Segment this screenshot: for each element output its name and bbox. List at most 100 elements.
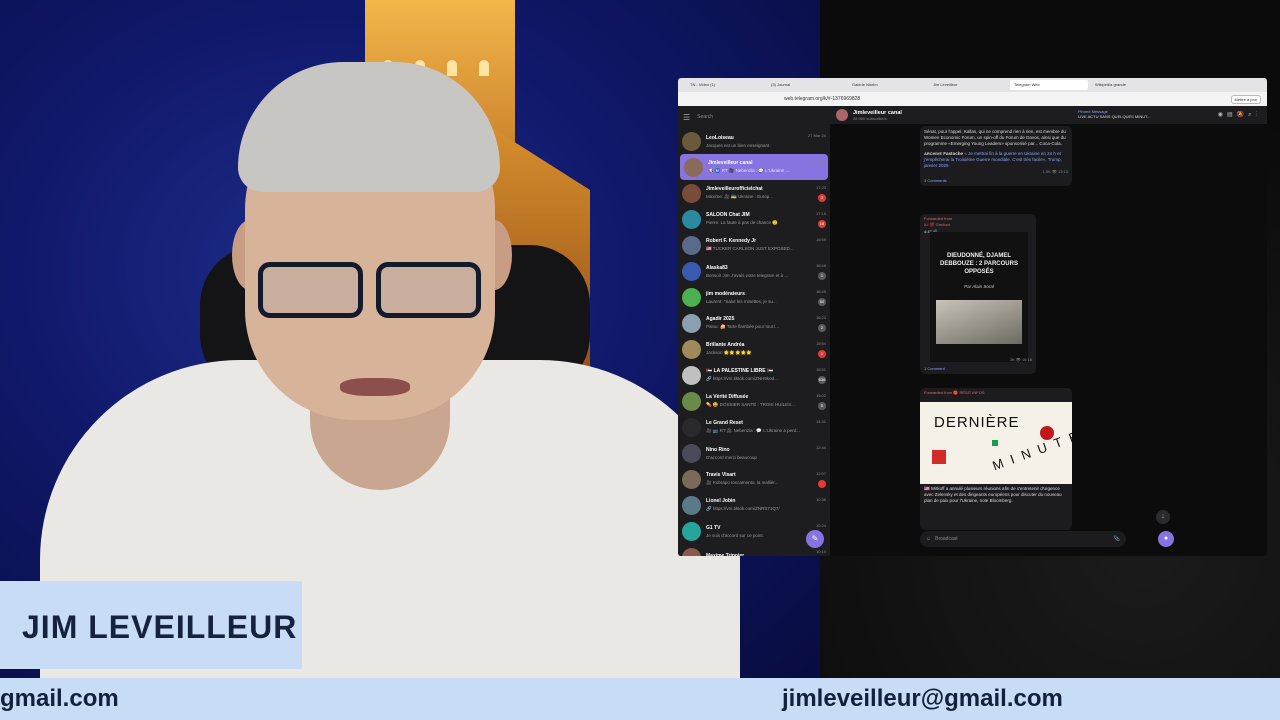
chat-list-item[interactable]: Alaska83 Bonsoir Jim J'avais votre telegr… [678, 258, 830, 284]
browser-tab[interactable]: Telegram Web [1010, 80, 1088, 90]
chat-list-item[interactable]: jim modérateurs Laurent: "Salut les minet… [678, 284, 830, 310]
chat-preview: Pierre: La faute à pas de chance 🙁 [706, 220, 778, 225]
avatar [682, 261, 701, 281]
chat-time: 17:23 [815, 185, 826, 190]
news-post[interactable]: Forwarded from 🔴 RÉSIT INFOS DERNIÈRE MI… [920, 388, 1072, 530]
green-square-shape [992, 440, 998, 446]
chat-preview: Jackson 🌟🌟🌟🌟🌟 [706, 350, 752, 355]
video-title: DIEUDONNÉ, DJAMEL DEBBOUZE : 2 PARCOURS … [940, 253, 1018, 275]
chat-list-item[interactable]: La Vérité Diffusée 💊 😄 DOSSIER SANTÉ : TR… [678, 388, 830, 414]
emoji-icon[interactable]: ☺ [926, 536, 931, 542]
chat-list-item[interactable]: Jimleveilleurofficielchat Maxime: 🎥 🇺🇦 Uk… [678, 180, 830, 206]
avatar [684, 157, 703, 177]
url-text[interactable]: web.telegram.org/k/#-1376969828 [784, 96, 860, 102]
news-image-word: DERNIÈRE [934, 414, 1020, 431]
channel-title: Jimleveilleur canal [853, 109, 902, 116]
name-plate: JIM LEVEILLEUR [0, 581, 302, 669]
unread-badge: 5 [818, 402, 826, 410]
news-text: 🇺🇸 Witkoff a annulé plusieurs réunions a… [924, 486, 1062, 503]
update-button[interactable]: Mettre à jour [1230, 94, 1261, 104]
chat-list-item[interactable]: Travis Visart 🎥 Kobrapo toccamento, la ma… [678, 466, 830, 492]
avatar [682, 313, 701, 333]
comments-icon[interactable]: ▤ [1227, 112, 1237, 118]
news-image[interactable]: DERNIÈRE MINUTE [920, 402, 1072, 484]
compose-pencil-icon[interactable]: ✎ [806, 530, 824, 548]
chat-time: 16:23 [815, 315, 826, 320]
chat-name: Travis Visart [706, 472, 736, 478]
chat-list-item[interactable]: LeoLoiseau Jacques est un bien enseignant… [678, 128, 830, 154]
browser-tab[interactable]: Wikipédia grande [1091, 80, 1169, 90]
channel-avatar[interactable] [836, 109, 848, 121]
forwarded-source[interactable]: ILI 💯 Gm/foot [924, 222, 950, 227]
video-thumbnail[interactable]: DIEUDONNÉ, DJAMEL DEBBOUZE : 2 PARCOURS … [930, 232, 1028, 362]
chat-preview: Palou: 🍰 Tarte flambée pour tout l... [706, 324, 780, 329]
browser-tab[interactable]: TN - Video (1) [686, 80, 764, 90]
chat-list-item[interactable]: 🇵🇸 LA PALESTINE LIBRE 🇵🇸 🔗 https://vm.tik… [678, 362, 830, 388]
forwarded-source[interactable]: 🔴 RÉSIT INFOS [953, 390, 984, 395]
chat-preview: 💊 😄 DOSSIER SANTÉ : TROIS HUILES... [706, 402, 795, 407]
browser-tab[interactable]: Galerie Nhelm [848, 80, 926, 90]
avatar [682, 339, 701, 359]
chat-preview: 🇺🇸 TUCKER CARLSON JUST EXPOSED... [706, 246, 794, 251]
menu-icon[interactable]: ☰ [683, 113, 690, 122]
video-comments-link[interactable]: 1 Comment [924, 366, 945, 371]
attach-icon[interactable]: 📎 [1114, 536, 1120, 542]
unread-badge: 2 [818, 324, 826, 332]
avatar [682, 183, 701, 203]
address-bar[interactable]: web.telegram.org/k/#-1376969828 Mettre à… [678, 92, 1267, 106]
chat-time: 16:48 [815, 263, 826, 268]
browser-tab[interactable]: (3) Journal [767, 80, 845, 90]
chat-time: 10:10 [815, 549, 826, 554]
chat-preview: 🔗 https://vm.tiktok.com/ZNH9kod... [706, 376, 778, 381]
chat-preview: Maxime: 🎥 🇺🇦 Ukraine : Europ... [706, 194, 773, 199]
avatar [682, 365, 701, 385]
chat-list-item[interactable]: Robert F. Kennedy Jr 🇺🇸 TUCKER CARLSON JU… [678, 232, 830, 258]
channel-view: Jimleveilleur canal 28 960 subscribers P… [830, 106, 1267, 556]
chat-list-item[interactable]: Nino Rino D'accord merci beaucoup 12:44 [678, 440, 830, 466]
avatar [682, 209, 701, 229]
chat-list-item[interactable]: Jimleveilleur canal 📢 Ⓜ️ RT 🎥 Nebenzia : … [680, 154, 828, 180]
pinned-message[interactable]: Pinned Message LIVE ACTU SANS QUELQUES M… [1078, 109, 1150, 119]
channel-header[interactable]: Jimleveilleur canal 28 960 subscribers P… [830, 106, 1267, 124]
email-banner: gmail.com jimleveilleur@gmail.com [0, 678, 1280, 720]
chat-time: 17:25 [813, 159, 824, 164]
chat-time: 27 Mar 24 [807, 133, 826, 138]
avatar [682, 495, 701, 515]
chat-list-item[interactable]: Lionel Jobin 🔗 https://vm.tiktok.com/ZNRS… [678, 492, 830, 518]
chat-list-item[interactable]: Brillante Andréa Jackson 🌟🌟🌟🌟🌟 15:54 1 [678, 336, 830, 362]
scroll-down-icon[interactable]: ↓ [1156, 510, 1170, 524]
chat-name: La Vérité Diffusée [706, 394, 749, 400]
stream-icon[interactable]: ◉ [1218, 112, 1227, 118]
more-icon[interactable]: ⋮ [1255, 112, 1261, 118]
chat-name: Nino Rino [706, 446, 730, 453]
browser-tab[interactable]: Jim Leveilleur [929, 80, 1007, 90]
post-meta: 1.5K 👁 13:13 [1042, 169, 1068, 174]
chat-preview: Laurent: "Salut les minettes, je su... [706, 298, 777, 304]
search-input[interactable]: Search [697, 114, 713, 120]
chat-list-item[interactable]: Agadir 2025 Palou: 🍰 Tarte flambée pour t… [678, 310, 830, 336]
chat-time: 16:59 [815, 237, 826, 242]
chat-name: jim modérateurs [706, 290, 745, 297]
broadcast-input[interactable]: ☺ Broadcast 📎 [920, 531, 1126, 547]
avatar [682, 287, 701, 307]
chat-list-item[interactable]: Le Grand Reset 🎥 📺 RT 🎥 Nebenzia : 💬 L'Uk… [678, 414, 830, 440]
chat-info: jim modérateurs Laurent: "Salut les minet… [706, 291, 826, 304]
chat-list-item[interactable]: Maxime Tripnier 10:10 [678, 544, 830, 556]
avatar [682, 417, 701, 437]
microphone-icon[interactable]: ● [1158, 531, 1174, 547]
telegram-app: ☰ Search LeoLoiseau Jacques est un bien e… [678, 106, 1267, 556]
avatar [682, 521, 701, 541]
chat-preview: Jacques est un bien enseignant [706, 142, 770, 148]
video-byline: Par Alain Soral [964, 284, 994, 289]
mute-icon[interactable]: 🔕 [1237, 112, 1248, 118]
video-post[interactable]: Forwarded from ILI 💯 Gm/foot 4:47 🔊 DIEU… [920, 214, 1036, 374]
chat-list-item[interactable]: SALOON Chat JIM Pierre: La faute à pas de… [678, 206, 830, 232]
red-dot-shape [1040, 426, 1054, 440]
chat-name: Le Grand Reset [706, 420, 743, 426]
unread-badge: 60 [818, 298, 826, 306]
comments-link[interactable]: 3 Comments [924, 178, 1068, 183]
chat-info: Agadir 2025 Palou: 🍰 Tarte flambée pour t… [706, 316, 826, 330]
avatar [682, 443, 701, 463]
chat-info: La Vérité Diffusée 💊 😄 DOSSIER SANTÉ : TR… [706, 394, 826, 408]
message-post[interactable]: Sénat, pour l'appel, Kallas, qui ne comp… [920, 126, 1072, 186]
